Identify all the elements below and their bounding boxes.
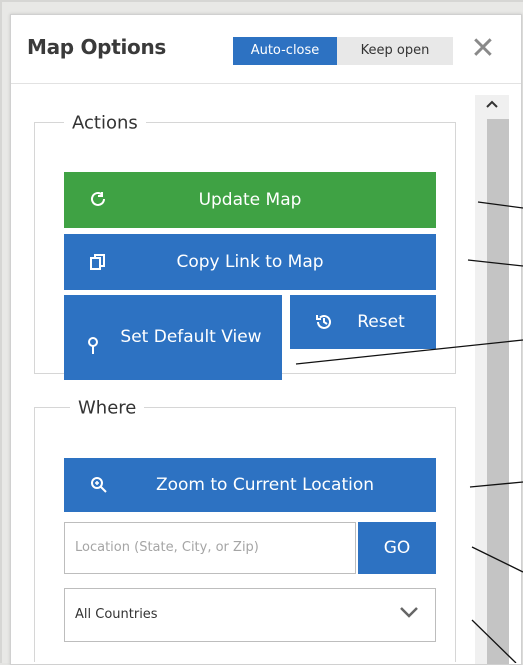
callout-lines xyxy=(295,201,523,663)
